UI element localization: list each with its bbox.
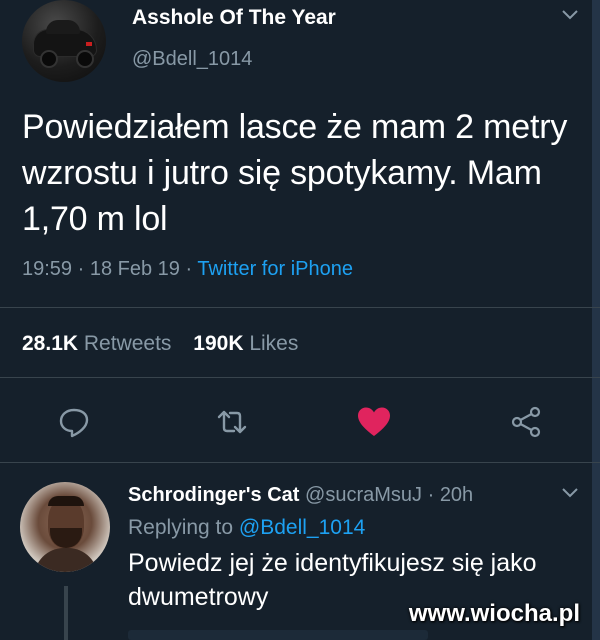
chevron-down-icon[interactable]	[562, 488, 578, 498]
reply-header: Schrodinger's Cat @sucraMsuJ · 20h	[128, 484, 473, 507]
likes-label[interactable]: Likes	[249, 332, 298, 355]
meta-separator: ·	[179, 258, 198, 280]
likes-count[interactable]: 190K	[193, 332, 243, 355]
meta-separator: ·	[422, 484, 440, 506]
reply-icon	[59, 408, 89, 438]
tweet-text: Powiedziałem lasce że mam 2 metry wzrost…	[22, 108, 568, 238]
tweet-source-link[interactable]: Twitter for iPhone	[197, 258, 353, 280]
divider	[0, 307, 600, 308]
tweet-stats: 28.1K Retweets 190K Likes	[22, 332, 314, 356]
tweet-date: 18 Feb 19	[89, 258, 180, 280]
divider	[0, 377, 600, 378]
reply-button[interactable]	[56, 404, 92, 440]
tweet-time: 19:59	[22, 258, 73, 280]
retweet-button[interactable]	[214, 404, 250, 440]
meta-separator: ·	[72, 258, 90, 280]
replying-handle-link[interactable]: @Bdell_1014	[239, 516, 365, 539]
tweet-meta: 19:59 · 18 Feb 19 · Twitter for iPhone	[22, 258, 353, 281]
retweets-count[interactable]: 28.1K	[22, 332, 78, 355]
heart-icon	[358, 407, 390, 436]
reply-avatar[interactable]	[20, 482, 110, 572]
avatar[interactable]	[22, 0, 106, 82]
thread-line	[64, 586, 68, 640]
share-icon	[511, 406, 541, 438]
next-reply-preview	[128, 630, 428, 640]
reply-author-handle[interactable]: @sucraMsuJ	[305, 484, 422, 506]
like-button[interactable]	[356, 404, 392, 440]
retweet-icon	[217, 410, 247, 434]
retweets-label[interactable]: Retweets	[84, 332, 172, 355]
watermark: www.wiocha.pl	[408, 600, 580, 627]
reply-age: 20h	[439, 484, 474, 506]
author-handle[interactable]: @Bdell_1014	[132, 48, 252, 71]
scrollbar[interactable]	[592, 0, 600, 640]
reply-author-name[interactable]: Schrodinger's Cat	[128, 484, 299, 506]
chevron-down-icon[interactable]	[562, 10, 578, 20]
divider	[0, 462, 600, 463]
replying-prefix: Replying to	[128, 516, 239, 539]
share-button[interactable]	[508, 404, 544, 440]
author-name[interactable]: Asshole Of The Year	[132, 6, 336, 30]
replying-to: Replying to @Bdell_1014	[128, 516, 365, 540]
